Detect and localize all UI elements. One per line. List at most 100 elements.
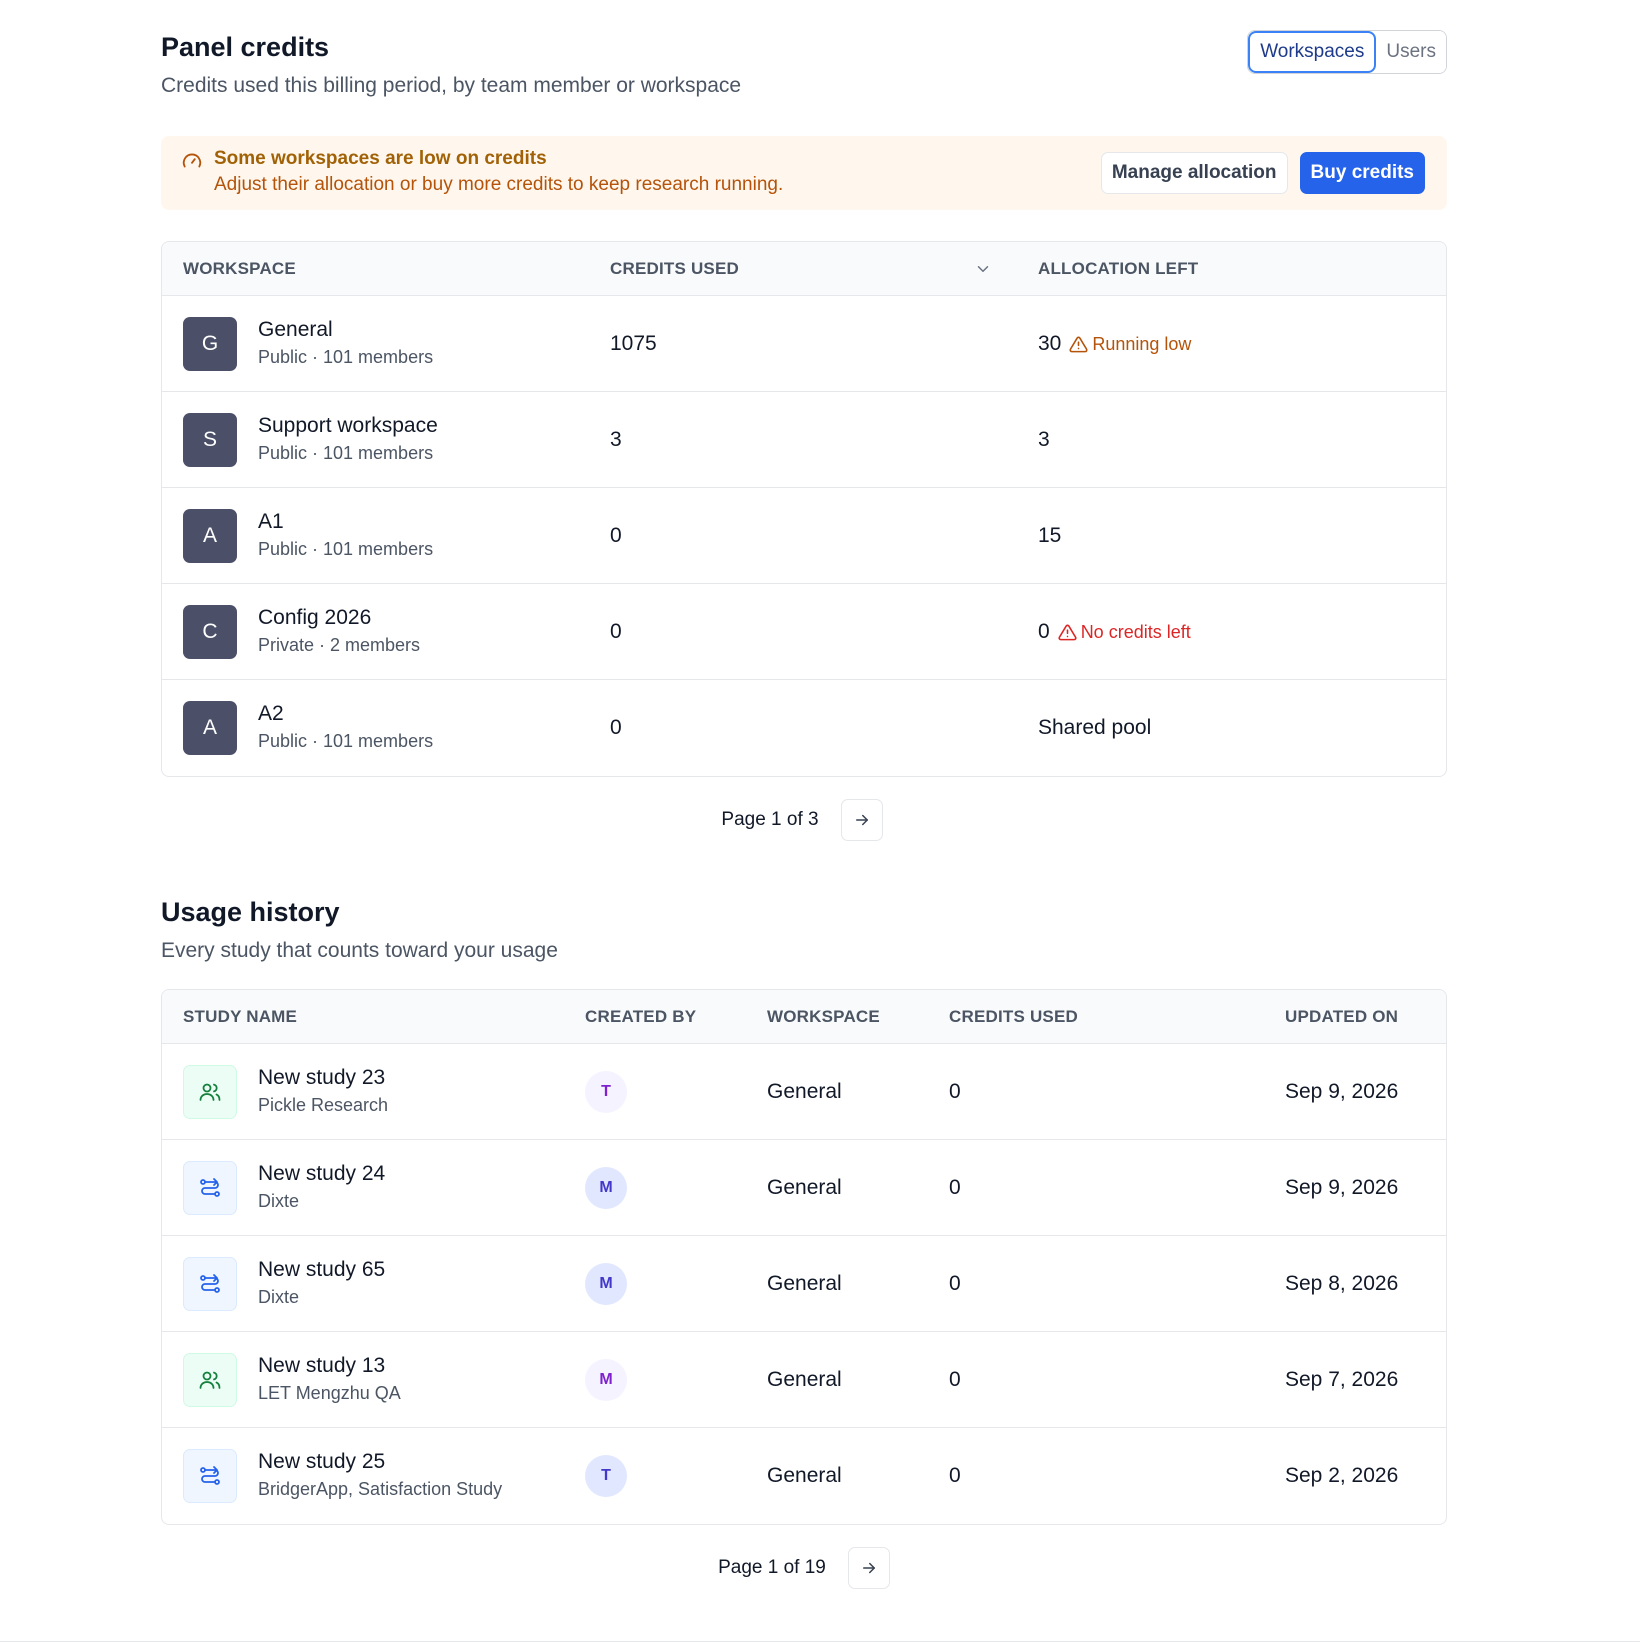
workspace-avatar: A [183, 509, 237, 563]
study-updated-on: Sep 2, 2026 [1285, 1464, 1399, 1487]
study-project: Dixte [258, 1191, 300, 1211]
study-project: Pickle Research [258, 1095, 389, 1115]
panel-credits-header: Panel credits Credits used this billing … [161, 30, 1447, 100]
table-row[interactable]: New study 24 Dixte M General 0 Sep 9, 20… [162, 1140, 1446, 1236]
no-credits-status: No credits left [1058, 622, 1191, 643]
avatar: M [585, 1167, 627, 1209]
buy-credits-button[interactable]: Buy credits [1299, 152, 1425, 194]
workspace-avatar: A [183, 701, 237, 755]
study-credits-used: 0 [949, 1176, 961, 1199]
header-created-by: CREATED BY [585, 1007, 697, 1026]
workspace-name-block: A1 Public · 101 members [258, 508, 433, 562]
alert-text: Adjust their allocation or buy more cred… [214, 174, 784, 195]
usage-history-title: Usage history [161, 897, 340, 927]
people-icon [183, 1353, 237, 1407]
study-updated-on: Sep 7, 2026 [1285, 1368, 1399, 1391]
allocation-left: 30 [1038, 332, 1062, 355]
study-updated-on: Sep 9, 2026 [1285, 1080, 1399, 1103]
arrow-right-icon [855, 814, 868, 826]
status-text: No credits left [1080, 621, 1191, 642]
header-credits-used[interactable]: CREDITS USED [610, 242, 739, 296]
warning-triangle-icon [1058, 624, 1077, 640]
table-row[interactable]: G General Public · 101 members 1075 30 R… [162, 296, 1446, 392]
sort-chevron-down-icon[interactable] [974, 242, 992, 296]
table-row[interactable]: A A2 Public · 101 members 0 Shared pool [162, 680, 1446, 776]
warning-triangle-icon [1069, 336, 1088, 352]
usage-history-table: STUDY NAME CREATED BY WORKSPACE CREDITS … [161, 989, 1447, 1525]
allocation-left: 0 [1038, 620, 1050, 643]
header-workspace: WORKSPACE [767, 1007, 880, 1026]
credits-used: 0 [610, 524, 622, 547]
study-credits-used: 0 [949, 1272, 961, 1295]
credits-used: 1075 [610, 332, 657, 355]
next-page-button[interactable] [840, 799, 883, 841]
study-name-block: New study 25 BridgerApp, Satisfaction St… [258, 1448, 502, 1502]
panel-credits-subtitle: Credits used this billing period, by tea… [161, 74, 742, 97]
workspace-name: General [258, 318, 333, 341]
next-page-button[interactable] [847, 1547, 890, 1589]
workspace-name: A2 [258, 702, 284, 725]
usage-history-header: Usage history Every study that counts to… [161, 895, 1447, 969]
avatar: T [585, 1455, 627, 1497]
workspace-avatar: G [183, 317, 237, 371]
table-row[interactable]: New study 25 BridgerApp, Satisfaction St… [162, 1428, 1446, 1524]
credits-used: 0 [610, 716, 622, 739]
table-row[interactable]: A A1 Public · 101 members 0 15 [162, 488, 1446, 584]
header-study-name: STUDY NAME [183, 1007, 298, 1026]
workspace-avatar: C [183, 605, 237, 659]
view-toggle: Workspaces Users [1247, 30, 1447, 74]
study-credits-used: 0 [949, 1464, 961, 1487]
table-row[interactable]: New study 23 Pickle Research T General 0… [162, 1044, 1446, 1140]
workspace-name-block: A2 Public · 101 members [258, 700, 433, 754]
status-text: Running low [1092, 333, 1192, 354]
study-project: LET Mengzhu QA [258, 1383, 401, 1403]
toggle-users-button[interactable]: Users [1376, 31, 1446, 73]
allocation-left: 3 [1038, 428, 1050, 451]
study-updated-on: Sep 8, 2026 [1285, 1272, 1399, 1295]
running-low-status: Running low [1069, 334, 1191, 355]
arrow-right-icon [862, 1562, 875, 1574]
usage-history-subtitle: Every study that counts toward your usag… [161, 939, 558, 962]
study-workspace: General [767, 1464, 842, 1487]
table-row[interactable]: C Config 2026 Private · 2 members 0 0 No… [162, 584, 1446, 680]
table-row[interactable]: New study 13 LET Mengzhu QA M General 0 … [162, 1332, 1446, 1428]
workspace-meta: Public · 101 members [258, 347, 434, 367]
flow-icon [183, 1449, 237, 1503]
usage-history-pager: Page 1 of 19 [161, 1525, 1447, 1611]
alert-actions: Manage allocation Buy credits [1100, 152, 1425, 194]
flow-icon [183, 1257, 237, 1311]
study-name: New study 25 [258, 1450, 386, 1473]
created-by-cell: T [585, 1428, 627, 1524]
study-name: New study 13 [258, 1354, 386, 1377]
study-workspace: General [767, 1080, 842, 1103]
toggle-workspaces-button[interactable]: Workspaces [1248, 31, 1377, 73]
workspace-name-block: General Public · 101 members [258, 316, 433, 370]
study-name: New study 24 [258, 1162, 386, 1185]
table-row[interactable]: S Support workspace Public · 101 members… [162, 392, 1446, 488]
low-credits-alert: Some workspaces are low on credits Adjus… [161, 136, 1447, 210]
page: Panel credits Credits used this billing … [161, 30, 1447, 1611]
created-by-cell: M [585, 1332, 627, 1428]
avatar: T [585, 1071, 627, 1113]
study-name: New study 23 [258, 1066, 386, 1089]
workspace-avatar: S [183, 413, 237, 467]
created-by-cell: T [585, 1044, 627, 1140]
table-row[interactable]: New study 65 Dixte M General 0 Sep 8, 20… [162, 1236, 1446, 1332]
workspace-name: Config 2026 [258, 606, 372, 629]
flow-icon [183, 1161, 237, 1215]
gauge-icon [181, 150, 203, 172]
allocation-left: Shared pool [1038, 716, 1152, 739]
header-credits-used: CREDITS USED [949, 1007, 1078, 1026]
study-project: BridgerApp, Satisfaction Study [258, 1479, 503, 1499]
workspaces-table: WORKSPACE CREDITS USED ALLOCATION LEFT G… [161, 241, 1447, 777]
header-allocation-left: ALLOCATION LEFT [1038, 259, 1199, 278]
manage-allocation-button[interactable]: Manage allocation [1100, 152, 1288, 194]
study-name-block: New study 23 Pickle Research [258, 1064, 388, 1118]
header-updated-on: UPDATED ON [1285, 1007, 1399, 1026]
study-workspace: General [767, 1176, 842, 1199]
credits-used: 3 [610, 428, 622, 451]
study-workspace: General [767, 1368, 842, 1391]
header-workspace: WORKSPACE [183, 259, 296, 278]
workspace-name-block: Config 2026 Private · 2 members [258, 604, 420, 658]
allocation-left-cell: 0 No credits left [1038, 584, 1191, 680]
